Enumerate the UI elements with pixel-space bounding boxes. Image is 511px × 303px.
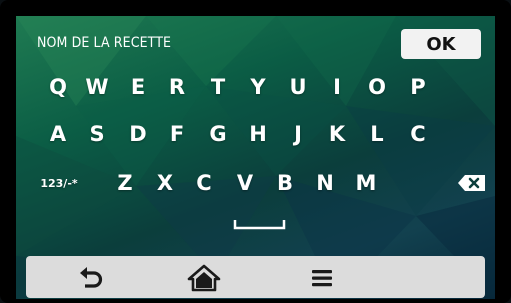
key-g[interactable]: G — [202, 119, 234, 149]
key-f[interactable]: F — [161, 119, 193, 149]
back-button[interactable] — [72, 263, 112, 293]
key-e[interactable]: E — [122, 72, 154, 102]
key-i[interactable]: I — [321, 72, 353, 102]
key-j[interactable]: J — [282, 119, 314, 149]
touchscreen: NOM DE LA RECETTE OK Q W E R T Y U I O P… — [16, 16, 495, 299]
key-w[interactable]: W — [81, 72, 113, 102]
recipe-name-label: NOM DE LA RECETTE — [37, 35, 172, 51]
key-b[interactable]: B — [269, 168, 301, 198]
key-p[interactable]: P — [402, 72, 434, 102]
key-m[interactable]: M — [350, 168, 382, 198]
key-c-cedilla[interactable]: C — [402, 119, 434, 149]
bottom-navigation-bar — [26, 256, 485, 298]
space-bar-icon[interactable] — [232, 217, 287, 231]
key-d[interactable]: D — [122, 119, 154, 149]
key-u[interactable]: U — [282, 72, 314, 102]
key-z[interactable]: Z — [109, 168, 141, 198]
key-k[interactable]: K — [321, 119, 353, 149]
key-n[interactable]: N — [309, 168, 341, 198]
key-y[interactable]: Y — [242, 72, 274, 102]
key-c[interactable]: C — [188, 168, 220, 198]
key-t[interactable]: T — [202, 72, 234, 102]
key-h[interactable]: H — [242, 119, 274, 149]
home-icon — [187, 264, 221, 292]
menu-button[interactable] — [303, 263, 343, 293]
menu-icon — [312, 270, 332, 287]
device-frame: NOM DE LA RECETTE OK Q W E R T Y U I O P… — [0, 0, 511, 303]
back-arrow-icon — [80, 267, 103, 288]
home-button[interactable] — [184, 263, 224, 293]
key-a[interactable]: A — [42, 119, 74, 149]
ok-button[interactable]: OK — [401, 29, 481, 59]
key-q[interactable]: Q — [42, 72, 74, 102]
key-o[interactable]: O — [361, 72, 393, 102]
key-v[interactable]: V — [229, 168, 261, 198]
backspace-icon[interactable] — [457, 173, 487, 193]
key-x[interactable]: X — [149, 168, 181, 198]
key-l[interactable]: L — [361, 119, 393, 149]
key-numeric-symbols[interactable]: 123/-* — [34, 168, 84, 198]
key-r[interactable]: R — [161, 72, 193, 102]
key-s[interactable]: S — [81, 119, 113, 149]
